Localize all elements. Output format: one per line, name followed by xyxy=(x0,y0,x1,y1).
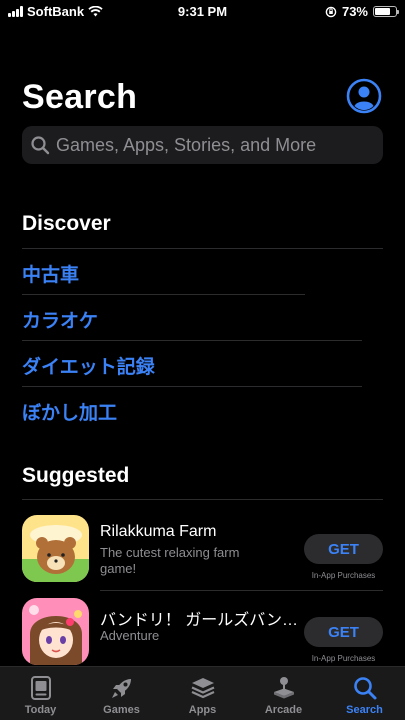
tab-label: Apps xyxy=(188,704,217,716)
rocket-icon xyxy=(111,679,131,698)
tab-apps[interactable]: Apps xyxy=(162,667,243,720)
divider xyxy=(22,294,305,295)
search-icon xyxy=(31,136,50,155)
search-field[interactable] xyxy=(22,126,383,164)
app-icon-rilakkuma[interactable] xyxy=(22,515,89,582)
get-button[interactable]: GET xyxy=(304,617,383,647)
tab-label: Arcade xyxy=(264,704,303,716)
layers-icon xyxy=(191,678,214,699)
tab-games[interactable]: Games xyxy=(81,667,162,720)
tab-label: Games xyxy=(103,704,140,716)
status-bar: SoftBank 9:31 PM 73% xyxy=(0,0,405,24)
page-title: Search xyxy=(22,78,138,116)
discover-item[interactable]: 中古車 xyxy=(22,260,79,287)
app-name[interactable]: Rilakkuma Farm xyxy=(100,523,216,541)
divider xyxy=(22,386,362,387)
app-row-bandori[interactable]: バンドリ！ ガールズバン… Adventure GET In-App Purch… xyxy=(22,598,383,668)
in-app-purchases-note: In-App Purchases xyxy=(311,571,376,580)
today-icon xyxy=(30,676,51,700)
divider xyxy=(22,340,362,341)
discover-title: Discover xyxy=(22,212,111,235)
tab-arcade[interactable]: Arcade xyxy=(243,667,324,720)
battery-percent: 73% xyxy=(341,4,368,19)
in-app-purchases-note: In-App Purchases xyxy=(311,654,376,663)
discover-item[interactable]: ぼかし加工 xyxy=(22,398,117,425)
tab-label: Search xyxy=(346,704,383,716)
divider xyxy=(22,499,383,500)
app-row-rilakkuma[interactable]: Rilakkuma Farm The cutest relaxing farm … xyxy=(22,515,383,585)
tab-bar: Today Games Apps Arcade Search xyxy=(0,666,405,720)
discover-item[interactable]: ダイエット記録 xyxy=(22,352,155,379)
search-icon xyxy=(353,677,376,700)
tab-today[interactable]: Today xyxy=(0,667,81,720)
orientation-lock-icon xyxy=(325,6,337,17)
get-button[interactable]: GET xyxy=(304,534,383,564)
app-icon-bandori[interactable] xyxy=(22,598,89,665)
search-input[interactable] xyxy=(56,134,376,156)
app-subtitle: Adventure xyxy=(100,628,160,643)
tab-search[interactable]: Search xyxy=(324,667,405,720)
account-avatar-icon[interactable] xyxy=(346,78,382,114)
battery-icon xyxy=(373,6,399,17)
tab-label: Today xyxy=(24,704,57,716)
divider xyxy=(100,590,383,591)
app-name[interactable]: バンドリ！ ガールズバン… xyxy=(100,606,298,630)
joystick-icon xyxy=(273,677,294,699)
divider xyxy=(22,248,383,249)
discover-item[interactable]: カラオケ xyxy=(22,306,98,333)
app-subtitle: The cutest relaxing farm game! xyxy=(100,545,240,576)
suggested-title: Suggested xyxy=(22,464,130,487)
